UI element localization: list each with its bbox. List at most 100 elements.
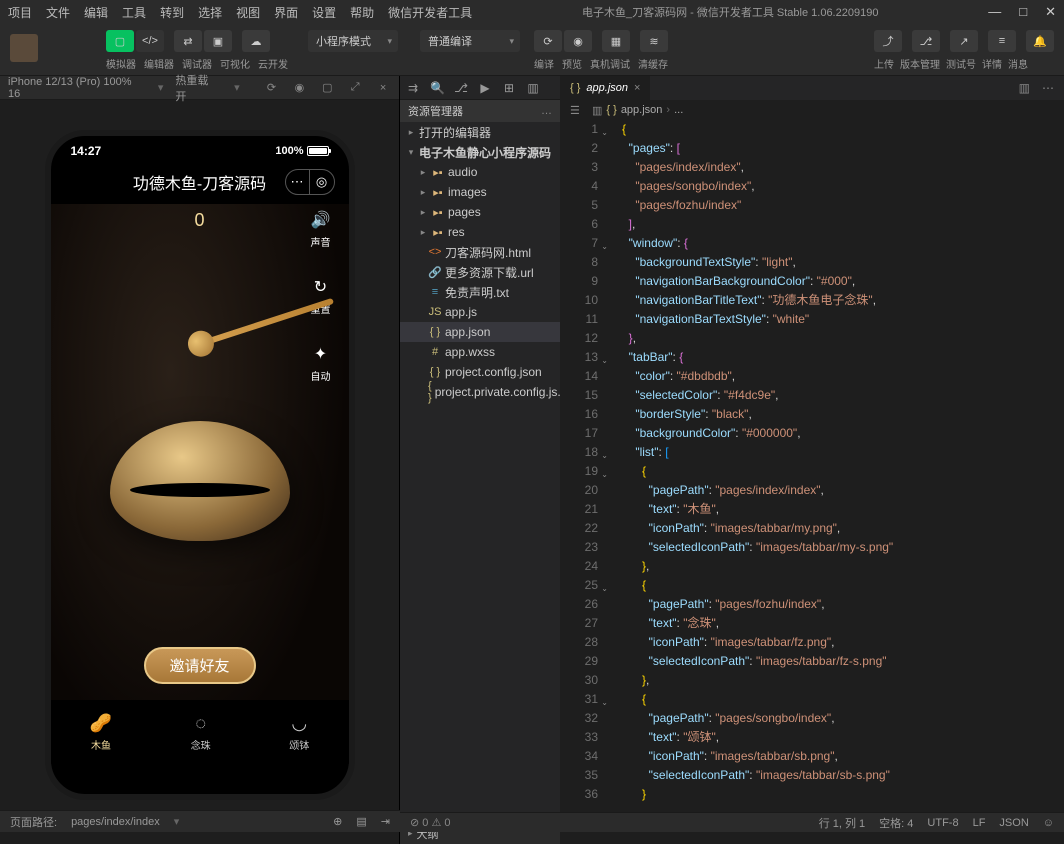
auto-control[interactable]: ✦自动 <box>311 344 331 383</box>
split-icon[interactable]: ▥ <box>526 81 540 95</box>
cloud-toggle[interactable]: ☁ <box>242 30 270 52</box>
folder-images[interactable]: ▸▸▪images <box>400 182 560 202</box>
compile-button[interactable]: ⟳ <box>534 30 562 52</box>
editor-tab-active[interactable]: { } app.json × <box>560 76 650 100</box>
device-label[interactable]: iPhone 12/13 (Pro) 100% 16 <box>8 76 146 100</box>
tab-woodfish[interactable]: 🥜木鱼 <box>90 713 112 752</box>
folder-audio[interactable]: ▸▸▪audio <box>400 162 560 182</box>
close-sim-icon[interactable]: × <box>375 80 391 96</box>
feedback-icon[interactable]: ☺ <box>1043 817 1054 829</box>
git-tab-icon[interactable]: ⎇ <box>454 81 468 95</box>
file-item[interactable]: ≡免责声明.txt <box>400 282 560 302</box>
compile-type-select[interactable]: 普通编译 <box>420 30 520 52</box>
more-icon[interactable]: ⋯ <box>1042 81 1054 95</box>
refresh-icon[interactable]: ⟳ <box>264 80 280 96</box>
titlebar: 项目文件编辑工具转到选择视图界面设置帮助微信开发者工具 电子木鱼_刀客源码网 -… <box>0 0 1064 24</box>
app-tabbar: 🥜木鱼 ◌念珠 ◡颂钵 <box>51 700 349 764</box>
close-button[interactable]: ✕ <box>1045 4 1056 20</box>
debugger-toggle[interactable]: ⇄ <box>174 30 202 52</box>
detail-button[interactable]: ≡ <box>988 30 1016 52</box>
minimize-button[interactable]: — <box>988 4 1001 20</box>
merit-counter: 0 <box>51 204 349 231</box>
code-editor[interactable]: 1⌄234567⌄8910111213⌄1415161718⌄19⌄202122… <box>560 120 1064 844</box>
battery-pct: 100% <box>275 145 303 157</box>
menu-item[interactable]: 选择 <box>198 4 222 21</box>
scene-icon[interactable]: ⊕ <box>333 815 342 828</box>
test-button[interactable]: ↗ <box>950 30 978 52</box>
split-editor-icon[interactable]: ▥ <box>1019 81 1030 95</box>
app-header: 功德木鱼-刀客源码 ⋯ ◎ <box>51 166 349 204</box>
file-item[interactable]: 🔗更多资源下载.url <box>400 262 560 282</box>
version-button[interactable]: ⎇ <box>912 30 940 52</box>
folder-res[interactable]: ▸▸▪res <box>400 222 560 242</box>
file-item[interactable]: <>刀客源码网.html <box>400 242 560 262</box>
menu-item[interactable]: 编辑 <box>84 4 108 21</box>
menu-item[interactable]: 视图 <box>236 4 260 21</box>
json-icon: { } <box>570 82 580 94</box>
sidebar-toggle-icon[interactable]: ☰ <box>570 104 588 117</box>
remote-debug-button[interactable]: ▦ <box>602 30 630 52</box>
reset-icon: ↻ <box>311 277 331 297</box>
file-item[interactable]: { }project.config.json <box>400 362 560 382</box>
maximize-button[interactable]: □ <box>1019 4 1027 20</box>
menu-item[interactable]: 工具 <box>122 4 146 21</box>
page-path[interactable]: pages/index/index <box>71 816 160 828</box>
popup-icon[interactable]: ⤢ <box>347 80 363 96</box>
invite-button[interactable]: 邀请好友 <box>143 647 255 684</box>
collapse-icon[interactable]: ⇥ <box>381 815 390 828</box>
folder-pages[interactable]: ▸▸▪pages <box>400 202 560 222</box>
file-item[interactable]: JSapp.js <box>400 302 560 322</box>
menu-item[interactable]: 文件 <box>46 4 70 21</box>
compile-mode-select[interactable]: 小程序模式 <box>308 30 398 52</box>
hot-reload-label[interactable]: 热重载 开 <box>175 72 222 104</box>
status-issues[interactable]: ⊘ 0 ⚠ 0 <box>410 816 450 829</box>
file-item[interactable]: #app.wxss <box>400 342 560 362</box>
menu-item[interactable]: 设置 <box>312 4 336 21</box>
explorer-tab-icon[interactable]: ⇉ <box>406 81 420 95</box>
main-menu: 项目文件编辑工具转到选择视图界面设置帮助微信开发者工具 <box>8 4 472 21</box>
language[interactable]: JSON <box>999 817 1028 829</box>
encoding[interactable]: UTF-8 <box>927 817 958 829</box>
status-bar: ⊘ 0 ⚠ 0 行 1, 列 1 空格: 4 UTF-8 LF JSON ☺ <box>400 812 1064 832</box>
record-icon[interactable]: ◉ <box>291 80 307 96</box>
project-root[interactable]: ▾电子木鱼静心小程序源码 <box>400 142 560 162</box>
menu-item[interactable]: 项目 <box>8 4 32 21</box>
simulator-panel: iPhone 12/13 (Pro) 100% 16 ▾ 热重载 开 ▾ ⟳ ◉… <box>0 76 400 844</box>
file-item[interactable]: { }project.private.config.js... <box>400 382 560 402</box>
phone-notch <box>135 136 265 158</box>
visual-toggle[interactable]: ▣ <box>204 30 232 52</box>
open-editors-section[interactable]: ▸打开的编辑器 <box>400 122 560 142</box>
menu-item[interactable]: 帮助 <box>350 4 374 21</box>
woodfish[interactable] <box>110 421 290 561</box>
sound-control[interactable]: 🔊声音 <box>311 210 331 249</box>
message-button[interactable]: 🔔 <box>1026 30 1054 52</box>
breadcrumb[interactable]: ☰ ▥ { } app.json › ... <box>560 100 1064 120</box>
eol[interactable]: LF <box>973 817 986 829</box>
file-item[interactable]: { }app.json <box>400 322 560 342</box>
indent[interactable]: 空格: 4 <box>879 815 913 831</box>
clear-cache-button[interactable]: ≋ <box>640 30 668 52</box>
menu-item[interactable]: 微信开发者工具 <box>388 4 472 21</box>
battery-icon <box>307 146 329 156</box>
capsule-menu-icon[interactable]: ⋯ <box>286 170 310 194</box>
simulator-toolbar: iPhone 12/13 (Pro) 100% 16 ▾ 热重载 开 ▾ ⟳ ◉… <box>0 76 399 100</box>
debug-tab-icon[interactable]: ▶ <box>478 81 492 95</box>
cursor-pos[interactable]: 行 1, 列 1 <box>819 815 865 831</box>
editor-toggle[interactable]: </> <box>136 30 164 52</box>
tab-bowl[interactable]: ◡颂钵 <box>289 713 309 752</box>
search-tab-icon[interactable]: 🔍 <box>430 81 444 95</box>
avatar[interactable] <box>10 34 38 62</box>
close-tab-icon[interactable]: × <box>634 82 640 94</box>
explorer-panel: ⇉ 🔍 ⎇ ▶ ⊞ ▥ 资源管理器… ▸打开的编辑器 ▾电子木鱼静心小程序源码 … <box>400 76 560 844</box>
upload-button[interactable]: ⤴ <box>874 30 902 52</box>
tab-beads[interactable]: ◌念珠 <box>191 713 211 752</box>
simulator-toggle[interactable]: ▢ <box>106 30 134 52</box>
extensions-tab-icon[interactable]: ⊞ <box>502 81 516 95</box>
menu-item[interactable]: 转到 <box>160 4 184 21</box>
preview-button[interactable]: ◉ <box>564 30 592 52</box>
editor-panel: { } app.json × ▥ ⋯ ☰ ▥ { } app.json › ..… <box>560 76 1064 844</box>
screenshot-icon[interactable]: ▢ <box>319 80 335 96</box>
page-icon[interactable]: ▤ <box>356 815 366 828</box>
menu-item[interactable]: 界面 <box>274 4 298 21</box>
capsule-close-icon[interactable]: ◎ <box>310 170 334 194</box>
